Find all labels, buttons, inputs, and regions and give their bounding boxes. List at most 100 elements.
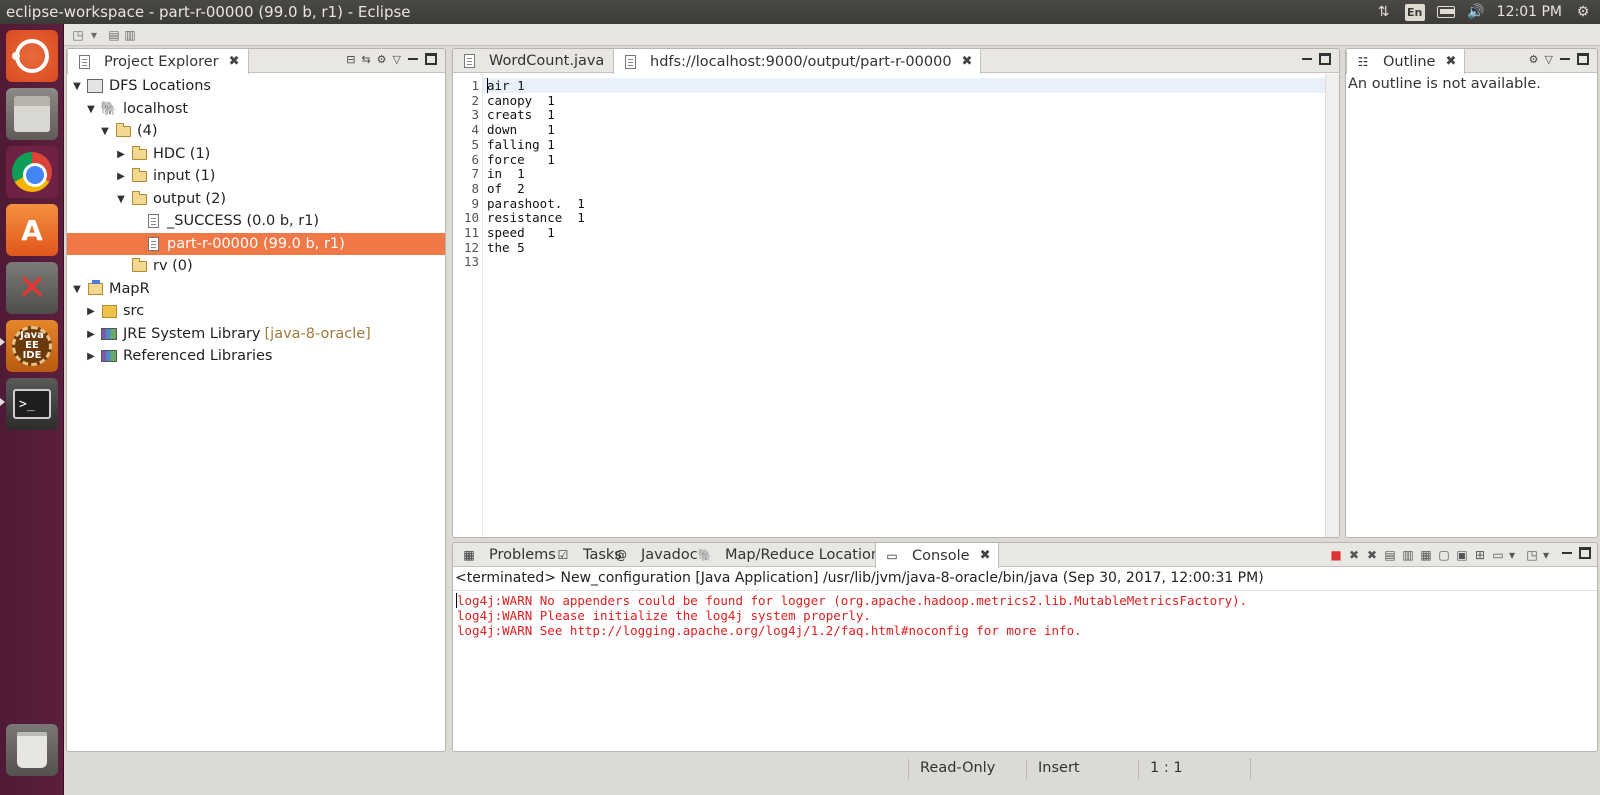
maximize-icon[interactable]	[1319, 53, 1331, 65]
line-number: 9	[471, 195, 479, 211]
tab-label: Map/Reduce Locations	[725, 547, 888, 563]
show-on-output-icon[interactable]: ▢	[1437, 548, 1451, 562]
system-settings-launcher-button[interactable]: ✕	[6, 262, 58, 314]
tab-part-r-00000[interactable]: hdfs://localhost:9000/output/part-r-0000…	[613, 49, 982, 74]
expand-arrow-icon[interactable]: ▼	[71, 81, 83, 92]
tree-item-input[interactable]: ▶ input (1)	[115, 165, 445, 187]
tab-console[interactable]: ▭ Console ✖	[875, 543, 1000, 568]
minimize-icon[interactable]	[407, 53, 419, 65]
volume-icon[interactable]: 🔊	[1467, 4, 1485, 20]
minimize-icon[interactable]	[1301, 53, 1313, 65]
dropdown-arrow-icon[interactable]: ▾	[1505, 548, 1519, 562]
tree-item-localhost[interactable]: ▼ 🐘 localhost	[85, 98, 445, 120]
console-output[interactable]: log4j:WARN No appenders could be found f…	[453, 590, 1597, 751]
text-editor[interactable]: 1 2 3 4 5 6 7 8 9 10 11 12 13 air 1 canopy 1 creats 1d…	[453, 74, 1339, 537]
tree-item-part-r-00000[interactable]: part-r-00000 (99.0 b, r1)	[67, 233, 445, 255]
current-line-highlight	[483, 78, 1325, 93]
pin-console-icon[interactable]: ⊞	[1473, 548, 1487, 562]
collapse-arrow-icon[interactable]: ▶	[85, 329, 97, 340]
outline-icon: ☷	[1357, 54, 1369, 69]
close-icon[interactable]: ✖	[229, 54, 240, 69]
trash-launcher-button[interactable]	[6, 724, 58, 776]
terminate-icon[interactable]: ■	[1329, 548, 1343, 562]
code-line: parashoot. 1	[487, 195, 585, 211]
chrome-launcher-button[interactable]	[6, 146, 58, 198]
expand-arrow-icon[interactable]: ▼	[99, 126, 111, 137]
tab-map-reduce-locations[interactable]: 🐘 Map/Reduce Locations	[689, 543, 896, 567]
code-line: canopy 1	[487, 92, 555, 108]
terminal-launcher-button[interactable]: >_	[6, 378, 58, 430]
dropdown-arrow-icon[interactable]: ▾	[86, 27, 102, 42]
clock[interactable]: 12:01 PM	[1497, 4, 1562, 20]
tree-item-label: (4)	[137, 123, 158, 139]
close-icon[interactable]: ✖	[962, 54, 973, 69]
console-icon: ▭	[886, 548, 898, 563]
tree-item-label: JRE System Library	[123, 326, 261, 342]
dropdown-arrow-icon[interactable]: ▾	[1539, 548, 1553, 562]
tree-item-src[interactable]: ▶ src	[85, 300, 445, 322]
scroll-lock-icon[interactable]: ▥	[1401, 548, 1415, 562]
save-all-icon[interactable]: ▥	[122, 27, 138, 42]
show-on-error-icon[interactable]: ▣	[1455, 548, 1469, 562]
collapse-arrow-icon[interactable]: ▶	[85, 351, 97, 362]
source-folder-icon	[101, 304, 117, 318]
keyboard-language-indicator[interactable]: En	[1404, 3, 1425, 21]
clear-console-icon[interactable]: ▤	[1383, 548, 1397, 562]
new-wizard-icon[interactable]: ◳	[70, 27, 86, 42]
tree-item-label: output (2)	[153, 191, 226, 207]
battery-icon[interactable]	[1436, 4, 1455, 20]
maximize-icon[interactable]	[1579, 547, 1591, 559]
collapse-all-icon[interactable]: ⊟	[346, 53, 355, 66]
javaee-ide-launcher-button[interactable]: Java EE IDE	[6, 320, 58, 372]
expand-arrow-icon[interactable]: ▼	[71, 284, 83, 295]
tree-item-root-folder[interactable]: ▼ (4)	[99, 120, 445, 142]
filter-icon[interactable]: ⚙	[1529, 53, 1539, 66]
problems-icon: ▦	[463, 548, 475, 562]
collapse-arrow-icon[interactable]: ▶	[115, 171, 127, 182]
software-center-launcher-button[interactable]: A	[6, 204, 58, 256]
view-menu-icon[interactable]: ▽	[1545, 53, 1553, 66]
collapse-arrow-icon[interactable]: ▶	[115, 149, 127, 160]
expand-arrow-icon[interactable]: ▼	[85, 104, 97, 115]
tab-outline[interactable]: ☷ Outline ✖	[1346, 49, 1466, 74]
tab-wordcount-java[interactable]: WordCount.java	[453, 49, 613, 73]
view-menu-icon[interactable]: ▽	[393, 53, 401, 66]
minimize-icon[interactable]	[1561, 547, 1573, 559]
close-icon[interactable]: ✖	[1445, 54, 1456, 69]
collapse-arrow-icon[interactable]: ▶	[85, 306, 97, 317]
tree-item-hdc[interactable]: ▶ HDC (1)	[115, 143, 445, 165]
line-number: 5	[471, 136, 479, 152]
gear-icon[interactable]: ⚙	[1574, 4, 1592, 20]
tree-item-output[interactable]: ▼ output (2)	[115, 188, 445, 210]
filter-icon[interactable]: ⚙	[377, 53, 387, 66]
tree-item-rv[interactable]: rv (0)	[131, 255, 445, 277]
tree-item-label: DFS Locations	[109, 78, 211, 94]
tree-item-label: MapR	[109, 281, 150, 297]
javaee-label: Java EE IDE	[12, 326, 52, 366]
maximize-icon[interactable]	[1577, 53, 1589, 65]
tree-item-mapr[interactable]: ▼ MapR	[71, 278, 445, 300]
tree-item-referenced-libraries[interactable]: ▶ Referenced Libraries	[85, 345, 445, 367]
minimize-icon[interactable]	[1559, 53, 1571, 65]
remove-all-launches-icon[interactable]: ✖	[1365, 548, 1379, 562]
expand-arrow-icon[interactable]: ▼	[115, 194, 127, 205]
tree-item-dfs-locations[interactable]: ▼ DFS Locations	[71, 75, 445, 97]
display-console-icon[interactable]: ▭	[1491, 548, 1505, 562]
ubuntu-dash-button[interactable]	[6, 30, 58, 82]
main-toolbar: ◳ ▾ ▤ ▥	[64, 24, 1600, 46]
remove-launch-icon[interactable]: ✖	[1347, 548, 1361, 562]
files-launcher-button[interactable]	[6, 88, 58, 140]
network-arrows-icon[interactable]: ⇅	[1375, 4, 1393, 20]
tab-project-explorer[interactable]: Project Explorer ✖	[67, 49, 249, 74]
word-wrap-icon[interactable]: ▦	[1419, 548, 1433, 562]
editor-vertical-scrollbar[interactable]	[1325, 74, 1339, 537]
system-tray: ⇅ En 🔊 12:01 PM ⚙	[1375, 0, 1600, 24]
tree-item-jre-library[interactable]: ▶ JRE System Library [java-8-oracle]	[85, 323, 445, 345]
status-separator	[1250, 759, 1251, 779]
save-icon[interactable]: ▤	[106, 27, 122, 42]
link-with-editor-icon[interactable]: ⇆	[361, 53, 370, 66]
tree-item-success-file[interactable]: _SUCCESS (0.0 b, r1)	[145, 210, 445, 232]
close-icon[interactable]: ✖	[980, 548, 991, 563]
maximize-icon[interactable]	[425, 53, 437, 65]
open-console-icon[interactable]: ◳	[1525, 548, 1539, 562]
